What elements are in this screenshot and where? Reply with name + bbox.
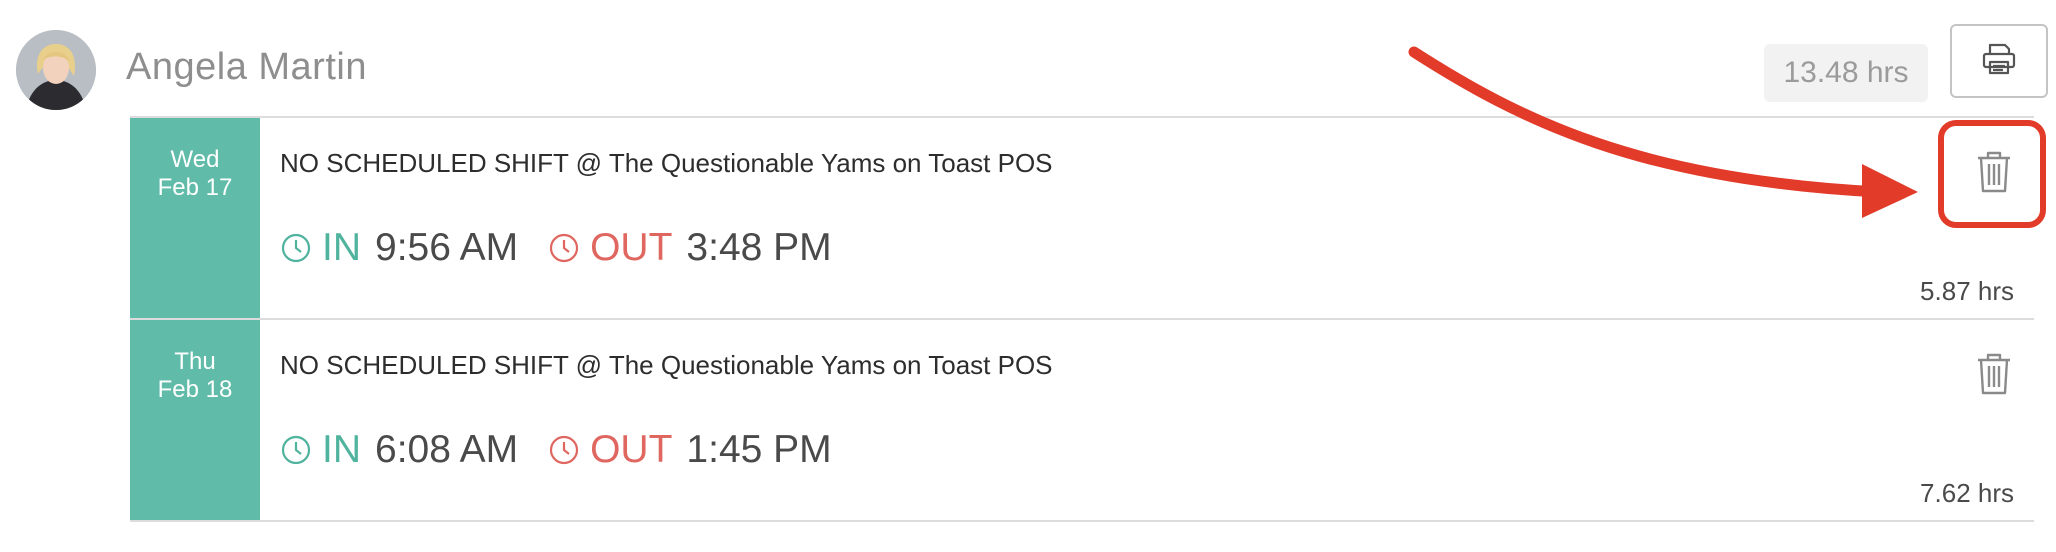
annotation-highlight-box xyxy=(1938,120,2046,228)
annotation-arrow xyxy=(1408,46,1918,218)
